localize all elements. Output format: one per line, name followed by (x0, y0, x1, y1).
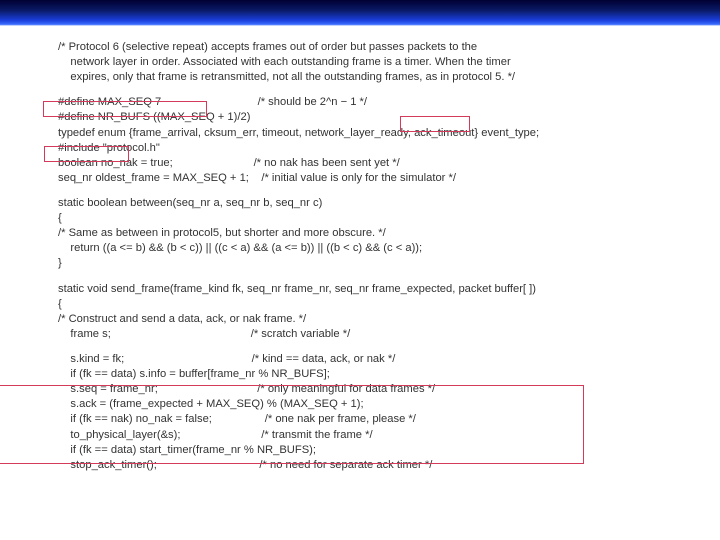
code-line: frame s; /* scratch variable */ (58, 327, 692, 342)
code-line: #define NR_BUFS ((MAX_SEQ + 1)/2) (58, 110, 692, 125)
code-line: if (fk == nak) no_nak = false; /* one na… (58, 412, 692, 427)
code-line: if (fk == data) s.info = buffer[frame_nr… (58, 367, 692, 382)
code-line: network layer in order. Associated with … (58, 55, 692, 70)
code-line: /* Protocol 6 (selective repeat) accepts… (58, 40, 692, 55)
code-line: return ((a <= b) && (b < c)) || ((c < a)… (58, 241, 692, 256)
code-line: boolean no_nak = true; /* no nak has bee… (58, 156, 692, 171)
code-line: if (fk == data) start_timer(frame_nr % N… (58, 443, 692, 458)
code-line: /* Same as between in protocol5, but sho… (58, 226, 692, 241)
code-line: #include "protocol.h" (58, 141, 692, 156)
code-line: stop_ack_timer(); /* no need for separat… (58, 458, 692, 473)
code-line: to_physical_layer(&s); /* transmit the f… (58, 428, 692, 443)
code-line: /* Construct and send a data, ack, or na… (58, 312, 692, 327)
code-line: s.seq = frame_nr; /* only meaningful for… (58, 382, 692, 397)
code-line: typedef enum {frame_arrival, cksum_err, … (58, 126, 692, 141)
code-line: #define MAX_SEQ 7 /* should be 2^n − 1 *… (58, 95, 692, 110)
title-bar-gradient (0, 0, 720, 26)
code-line: { (58, 211, 692, 226)
slide-content: /* Protocol 6 (selective repeat) accepts… (0, 26, 720, 473)
code-line: } (58, 256, 692, 271)
code-line: static void send_frame(frame_kind fk, se… (58, 282, 692, 297)
code-line: seq_nr oldest_frame = MAX_SEQ + 1; /* in… (58, 171, 692, 186)
code-line: s.kind = fk; /* kind == data, ack, or na… (58, 352, 692, 367)
code-line: expires, only that frame is retransmitte… (58, 70, 692, 85)
code-line: s.ack = (frame_expected + MAX_SEQ) % (MA… (58, 397, 692, 412)
code-line: static boolean between(seq_nr a, seq_nr … (58, 196, 692, 211)
code-line: { (58, 297, 692, 312)
